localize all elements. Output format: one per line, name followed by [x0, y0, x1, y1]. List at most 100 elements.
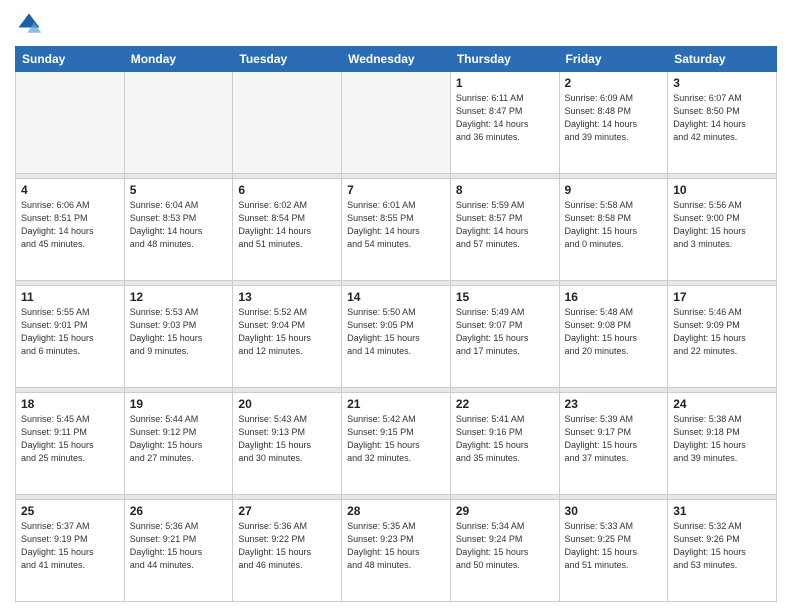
weekday-header-friday: Friday	[559, 47, 668, 72]
day-number: 21	[347, 397, 445, 411]
day-content: Sunrise: 5:42 AM Sunset: 9:15 PM Dayligh…	[347, 413, 445, 465]
calendar-cell: 14Sunrise: 5:50 AM Sunset: 9:05 PM Dayli…	[342, 285, 451, 387]
day-number: 22	[456, 397, 554, 411]
page: SundayMondayTuesdayWednesdayThursdayFrid…	[0, 0, 792, 612]
weekday-header-thursday: Thursday	[450, 47, 559, 72]
day-content: Sunrise: 5:49 AM Sunset: 9:07 PM Dayligh…	[456, 306, 554, 358]
day-content: Sunrise: 5:52 AM Sunset: 9:04 PM Dayligh…	[238, 306, 336, 358]
calendar-cell: 13 Sunrise: 5:52 AM Sunset: 9:04 PM Dayli…	[233, 285, 342, 387]
day-number: 30	[565, 504, 663, 518]
calendar-cell: 18Sunrise: 5:45 AM Sunset: 9:11 PM Dayli…	[16, 392, 125, 494]
day-number: 29	[456, 504, 554, 518]
calendar-cell: 4 Sunrise: 6:06 AM Sunset: 8:51 PM Daylig…	[16, 178, 125, 280]
day-number: 17	[673, 290, 771, 304]
calendar-cell: 21 Sunrise: 5:42 AM Sunset: 9:15 PM Dayli…	[342, 392, 451, 494]
weekday-header-saturday: Saturday	[668, 47, 777, 72]
calendar-cell	[16, 72, 125, 174]
day-number: 19	[130, 397, 228, 411]
day-content: Sunrise: 6:06 AM Sunset: 8:51 PM Dayligh…	[21, 199, 119, 251]
day-number: 1	[456, 76, 554, 90]
calendar-cell: 6 Sunrise: 6:02 AM Sunset: 8:54 PM Daylig…	[233, 178, 342, 280]
weekday-header-tuesday: Tuesday	[233, 47, 342, 72]
day-number: 8	[456, 183, 554, 197]
day-content: Sunrise: 6:11 AM Sunset: 8:47 PM Dayligh…	[456, 92, 554, 144]
day-number: 18	[21, 397, 119, 411]
day-content: Sunrise: 5:46 AM Sunset: 9:09 PM Dayligh…	[673, 306, 771, 358]
calendar-cell: 16 Sunrise: 5:48 AM Sunset: 9:08 PM Dayli…	[559, 285, 668, 387]
day-number: 16	[565, 290, 663, 304]
calendar-week-4: 18Sunrise: 5:45 AM Sunset: 9:11 PM Dayli…	[16, 392, 777, 494]
day-number: 4	[21, 183, 119, 197]
day-number: 25	[21, 504, 119, 518]
calendar-cell: 29 Sunrise: 5:34 AM Sunset: 9:24 PM Dayli…	[450, 499, 559, 601]
day-content: Sunrise: 5:56 AM Sunset: 9:00 PM Dayligh…	[673, 199, 771, 251]
day-content: Sunrise: 5:32 AM Sunset: 9:26 PM Dayligh…	[673, 520, 771, 572]
day-content: Sunrise: 5:48 AM Sunset: 9:08 PM Dayligh…	[565, 306, 663, 358]
calendar-cell: 15 Sunrise: 5:49 AM Sunset: 9:07 PM Dayli…	[450, 285, 559, 387]
day-number: 12	[130, 290, 228, 304]
calendar-cell: 19 Sunrise: 5:44 AM Sunset: 9:12 PM Dayli…	[124, 392, 233, 494]
day-number: 14	[347, 290, 445, 304]
calendar-cell: 20Sunrise: 5:43 AM Sunset: 9:13 PM Dayli…	[233, 392, 342, 494]
calendar-cell: 1 Sunrise: 6:11 AM Sunset: 8:47 PM Daylig…	[450, 72, 559, 174]
day-number: 27	[238, 504, 336, 518]
calendar-cell: 22 Sunrise: 5:41 AM Sunset: 9:16 PM Dayli…	[450, 392, 559, 494]
day-number: 9	[565, 183, 663, 197]
calendar-week-3: 11 Sunrise: 5:55 AM Sunset: 9:01 PM Dayli…	[16, 285, 777, 387]
logo-icon	[15, 10, 43, 38]
day-content: Sunrise: 6:07 AM Sunset: 8:50 PM Dayligh…	[673, 92, 771, 144]
calendar-header-row: SundayMondayTuesdayWednesdayThursdayFrid…	[16, 47, 777, 72]
weekday-header-monday: Monday	[124, 47, 233, 72]
day-number: 31	[673, 504, 771, 518]
calendar-cell: 3Sunrise: 6:07 AM Sunset: 8:50 PM Daylig…	[668, 72, 777, 174]
day-number: 7	[347, 183, 445, 197]
day-content: Sunrise: 5:36 AM Sunset: 9:21 PM Dayligh…	[130, 520, 228, 572]
day-number: 2	[565, 76, 663, 90]
day-content: Sunrise: 5:55 AM Sunset: 9:01 PM Dayligh…	[21, 306, 119, 358]
day-number: 6	[238, 183, 336, 197]
calendar-cell	[233, 72, 342, 174]
weekday-header-sunday: Sunday	[16, 47, 125, 72]
calendar-cell: 7Sunrise: 6:01 AM Sunset: 8:55 PM Daylig…	[342, 178, 451, 280]
calendar-cell: 24 Sunrise: 5:38 AM Sunset: 9:18 PM Dayli…	[668, 392, 777, 494]
calendar-cell	[342, 72, 451, 174]
day-content: Sunrise: 5:39 AM Sunset: 9:17 PM Dayligh…	[565, 413, 663, 465]
day-content: Sunrise: 5:44 AM Sunset: 9:12 PM Dayligh…	[130, 413, 228, 465]
calendar-table: SundayMondayTuesdayWednesdayThursdayFrid…	[15, 46, 777, 602]
day-content: Sunrise: 5:43 AM Sunset: 9:13 PM Dayligh…	[238, 413, 336, 465]
calendar-cell: 30 Sunrise: 5:33 AM Sunset: 9:25 PM Dayli…	[559, 499, 668, 601]
calendar-cell: 25 Sunrise: 5:37 AM Sunset: 9:19 PM Dayli…	[16, 499, 125, 601]
calendar-cell	[124, 72, 233, 174]
day-content: Sunrise: 5:38 AM Sunset: 9:18 PM Dayligh…	[673, 413, 771, 465]
day-number: 11	[21, 290, 119, 304]
calendar-cell: 9 Sunrise: 5:58 AM Sunset: 8:58 PM Daylig…	[559, 178, 668, 280]
day-content: Sunrise: 5:35 AM Sunset: 9:23 PM Dayligh…	[347, 520, 445, 572]
calendar-cell: 26 Sunrise: 5:36 AM Sunset: 9:21 PM Dayli…	[124, 499, 233, 601]
day-content: Sunrise: 5:36 AM Sunset: 9:22 PM Dayligh…	[238, 520, 336, 572]
day-content: Sunrise: 5:34 AM Sunset: 9:24 PM Dayligh…	[456, 520, 554, 572]
day-content: Sunrise: 6:04 AM Sunset: 8:53 PM Dayligh…	[130, 199, 228, 251]
calendar-cell: 31 Sunrise: 5:32 AM Sunset: 9:26 PM Dayli…	[668, 499, 777, 601]
logo	[15, 10, 47, 38]
day-number: 26	[130, 504, 228, 518]
day-number: 23	[565, 397, 663, 411]
day-content: Sunrise: 5:58 AM Sunset: 8:58 PM Dayligh…	[565, 199, 663, 251]
calendar-cell: 5Sunrise: 6:04 AM Sunset: 8:53 PM Daylig…	[124, 178, 233, 280]
day-number: 24	[673, 397, 771, 411]
day-number: 28	[347, 504, 445, 518]
calendar-cell: 12Sunrise: 5:53 AM Sunset: 9:03 PM Dayli…	[124, 285, 233, 387]
header	[15, 10, 777, 38]
calendar-cell: 17 Sunrise: 5:46 AM Sunset: 9:09 PM Dayli…	[668, 285, 777, 387]
day-content: Sunrise: 5:33 AM Sunset: 9:25 PM Dayligh…	[565, 520, 663, 572]
day-content: Sunrise: 6:09 AM Sunset: 8:48 PM Dayligh…	[565, 92, 663, 144]
day-number: 10	[673, 183, 771, 197]
day-number: 15	[456, 290, 554, 304]
day-content: Sunrise: 5:37 AM Sunset: 9:19 PM Dayligh…	[21, 520, 119, 572]
calendar-cell: 10 Sunrise: 5:56 AM Sunset: 9:00 PM Dayli…	[668, 178, 777, 280]
day-content: Sunrise: 6:02 AM Sunset: 8:54 PM Dayligh…	[238, 199, 336, 251]
calendar-week-1: 1 Sunrise: 6:11 AM Sunset: 8:47 PM Daylig…	[16, 72, 777, 174]
calendar-cell: 23 Sunrise: 5:39 AM Sunset: 9:17 PM Dayli…	[559, 392, 668, 494]
weekday-header-wednesday: Wednesday	[342, 47, 451, 72]
day-number: 13	[238, 290, 336, 304]
day-content: Sunrise: 5:41 AM Sunset: 9:16 PM Dayligh…	[456, 413, 554, 465]
